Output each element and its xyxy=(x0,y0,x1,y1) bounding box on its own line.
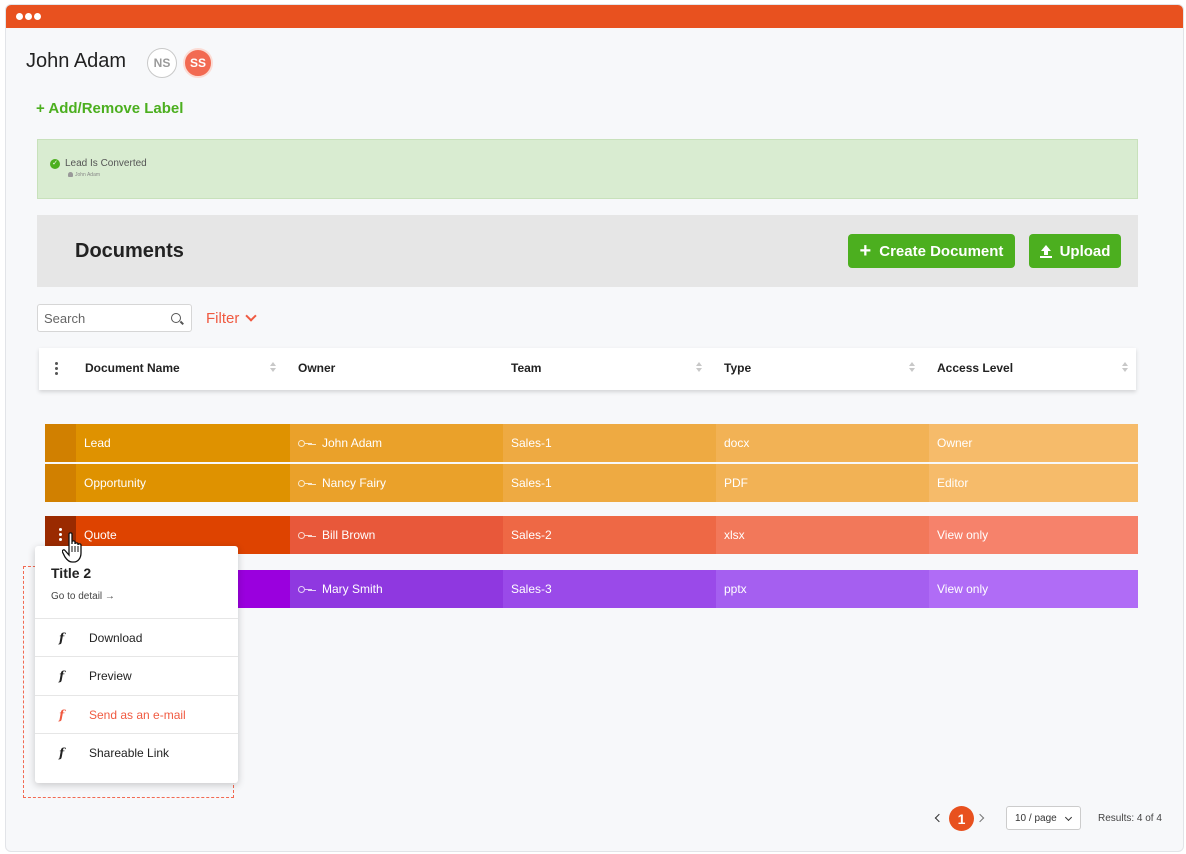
cell-team: Sales-1 xyxy=(503,424,716,462)
menu-item-label: Send as an e-mail xyxy=(89,707,186,722)
function-icon: f xyxy=(59,745,65,760)
window-dot-icon xyxy=(34,13,41,20)
row-handle[interactable] xyxy=(45,424,76,462)
table-row[interactable]: Opportunity Nancy Fairy Sales-1 PDF Edit… xyxy=(39,464,1138,502)
avatar[interactable]: NS xyxy=(147,48,177,78)
create-document-label: Create Document xyxy=(879,242,1004,260)
cell-document-name[interactable]: Opportunity xyxy=(76,464,290,502)
per-page-select[interactable]: 10 / page xyxy=(1006,806,1081,830)
window-dot-icon xyxy=(16,13,23,20)
column-header-owner[interactable]: Owner xyxy=(298,361,335,375)
menu-item-label: Shareable Link xyxy=(89,745,170,760)
page-title: John Adam xyxy=(26,50,127,72)
cell-team: Sales-3 xyxy=(503,570,716,608)
key-icon xyxy=(298,585,312,593)
column-header-access-level[interactable]: Access Level xyxy=(937,361,1013,375)
banner-text: Lead Is Converted xyxy=(65,158,147,169)
filter-dropdown[interactable]: Filter xyxy=(206,310,258,327)
cell-access-level: View only xyxy=(929,516,1138,554)
go-to-detail-link[interactable]: Go to detail → xyxy=(51,591,115,602)
cell-type: docx xyxy=(716,424,929,462)
cell-access-level: Owner xyxy=(929,424,1138,462)
menu-item-shareable-link[interactable]: f Shareable Link xyxy=(35,733,238,771)
cell-team: Sales-1 xyxy=(503,464,716,502)
avatar[interactable]: SS xyxy=(183,48,213,78)
title-bar xyxy=(6,5,1183,28)
upload-label: Upload xyxy=(1059,242,1111,260)
window-dot-icon xyxy=(25,13,32,20)
plus-icon: + xyxy=(859,240,872,262)
menu-item-label: Download xyxy=(89,630,143,645)
upload-button[interactable]: Upload xyxy=(1029,234,1121,268)
per-page-value: 10 / page xyxy=(1015,812,1057,824)
cell-type: PDF xyxy=(716,464,929,502)
cell-document-name[interactable]: Lead xyxy=(76,424,290,462)
key-icon xyxy=(298,531,312,539)
search-input[interactable] xyxy=(44,310,164,326)
results-count: Results: 4 of 4 xyxy=(1098,813,1162,824)
row-context-menu: Title 2 Go to detail → f Download f Previe… xyxy=(35,546,238,783)
chevron-down-icon xyxy=(1064,813,1073,822)
cell-team: Sales-2 xyxy=(503,516,716,554)
cell-type: xlsx xyxy=(716,516,929,554)
add-remove-label-link[interactable]: + Add/Remove Label xyxy=(36,100,183,117)
create-document-button[interactable]: + Create Document xyxy=(848,234,1015,268)
cell-access-level: Editor xyxy=(929,464,1138,502)
banner-user: John Adam xyxy=(68,172,100,178)
user-icon xyxy=(68,172,73,178)
cell-owner: John Adam xyxy=(290,424,503,462)
function-icon: f xyxy=(59,668,65,683)
search-icon[interactable] xyxy=(171,313,181,323)
cell-owner-text: Bill Brown xyxy=(322,528,376,542)
banner-user-name: John Adam xyxy=(75,172,101,178)
column-header-team[interactable]: Team xyxy=(511,361,541,375)
key-icon xyxy=(298,479,312,487)
page-number-button[interactable]: 1 xyxy=(949,806,974,831)
documents-header: Documents + Create Document Upload xyxy=(37,215,1138,287)
documents-title: Documents xyxy=(75,240,184,262)
hand-pointer-icon xyxy=(62,532,82,563)
column-menu-icon[interactable] xyxy=(55,362,58,377)
function-icon: f xyxy=(59,630,65,645)
status-banner: ✓ Lead Is Converted John Adam xyxy=(37,139,1138,199)
check-circle-icon: ✓ xyxy=(50,159,60,169)
cell-access-level: View only xyxy=(929,570,1138,608)
function-icon: f xyxy=(59,707,65,722)
row-handle[interactable] xyxy=(45,464,76,502)
column-header-type[interactable]: Type xyxy=(724,361,751,375)
cell-owner-text: Nancy Fairy xyxy=(322,476,387,490)
upload-icon xyxy=(1039,244,1052,258)
table-row[interactable]: Lead John Adam Sales-1 docx Owner xyxy=(39,424,1138,462)
cell-owner: Mary Smith xyxy=(290,570,503,608)
menu-item-send-email[interactable]: f Send as an e-mail xyxy=(35,695,238,733)
menu-item-download[interactable]: f Download xyxy=(35,618,238,656)
filter-label: Filter xyxy=(206,310,240,327)
cell-owner-text: John Adam xyxy=(322,436,383,450)
table-header: Document Name Owner Team Type Access Lev… xyxy=(39,348,1136,390)
menu-item-preview[interactable]: f Preview xyxy=(35,656,238,694)
chevron-down-icon xyxy=(245,310,258,322)
cell-type: pptx xyxy=(716,570,929,608)
menu-title: Title 2 xyxy=(51,565,92,581)
column-header-document-name[interactable]: Document Name xyxy=(85,361,180,375)
cell-owner-text: Mary Smith xyxy=(322,582,383,596)
cell-owner: Bill Brown xyxy=(290,516,503,554)
key-icon xyxy=(298,439,312,447)
menu-item-label: Preview xyxy=(89,668,132,683)
cell-owner: Nancy Fairy xyxy=(290,464,503,502)
search-box xyxy=(37,304,192,332)
